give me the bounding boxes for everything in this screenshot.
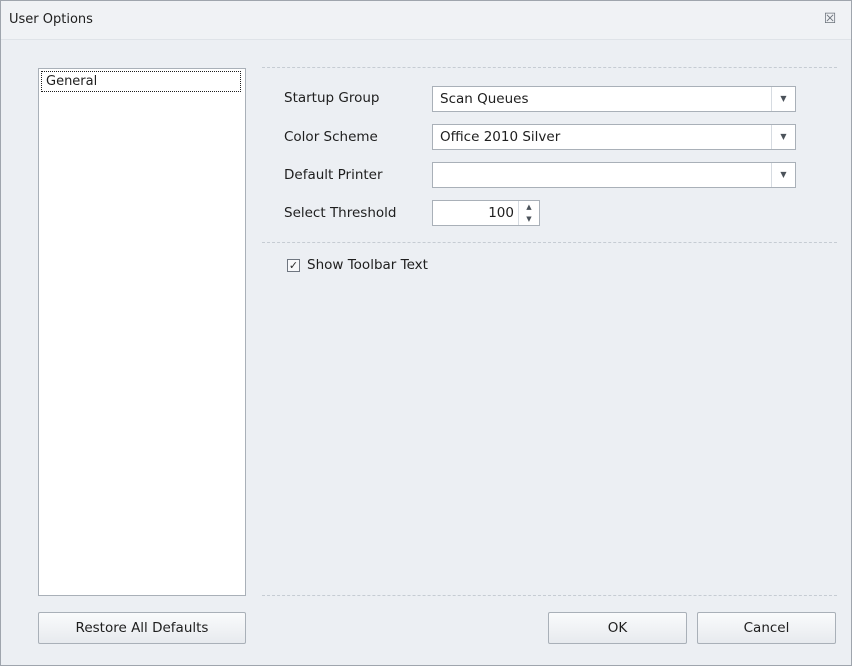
middle-separator (262, 242, 837, 243)
startup-group-label: Startup Group (284, 90, 380, 106)
options-category-list[interactable]: General (38, 68, 246, 596)
cancel-button[interactable]: Cancel (697, 612, 836, 644)
ok-button[interactable]: OK (548, 612, 687, 644)
top-separator (262, 67, 837, 68)
sidebar-item-general[interactable]: General (41, 71, 241, 92)
restore-defaults-button[interactable]: Restore All Defaults (38, 612, 246, 644)
spinner-buttons: ▲ ▼ (518, 201, 539, 225)
chevron-down-icon[interactable]: ▼ (771, 125, 795, 149)
dialog-title: User Options (9, 12, 93, 27)
chevron-down-icon[interactable]: ▼ (771, 87, 795, 111)
show-toolbar-text-checkbox[interactable]: ✓ (287, 259, 300, 272)
select-threshold-label: Select Threshold (284, 205, 397, 221)
spin-up-icon[interactable]: ▲ (519, 201, 539, 213)
color-scheme-label: Color Scheme (284, 129, 378, 145)
select-threshold-value[interactable]: 100 (488, 205, 514, 221)
spin-down-icon[interactable]: ▼ (519, 213, 539, 225)
chevron-down-icon[interactable]: ▼ (771, 163, 795, 187)
default-printer-dropdown[interactable]: ▼ (432, 162, 796, 188)
bottom-separator (262, 595, 837, 596)
color-scheme-value: Office 2010 Silver (440, 129, 561, 145)
default-printer-label: Default Printer (284, 167, 383, 183)
color-scheme-dropdown[interactable]: Office 2010 Silver ▼ (432, 124, 796, 150)
startup-group-value: Scan Queues (440, 91, 529, 107)
startup-group-dropdown[interactable]: Scan Queues ▼ (432, 86, 796, 112)
show-toolbar-text-label[interactable]: Show Toolbar Text (307, 257, 428, 273)
select-threshold-spinner[interactable]: 100 ▲ ▼ (432, 200, 540, 226)
close-icon[interactable]: ☒ (821, 10, 839, 28)
title-bar: User Options ☒ (1, 1, 851, 40)
